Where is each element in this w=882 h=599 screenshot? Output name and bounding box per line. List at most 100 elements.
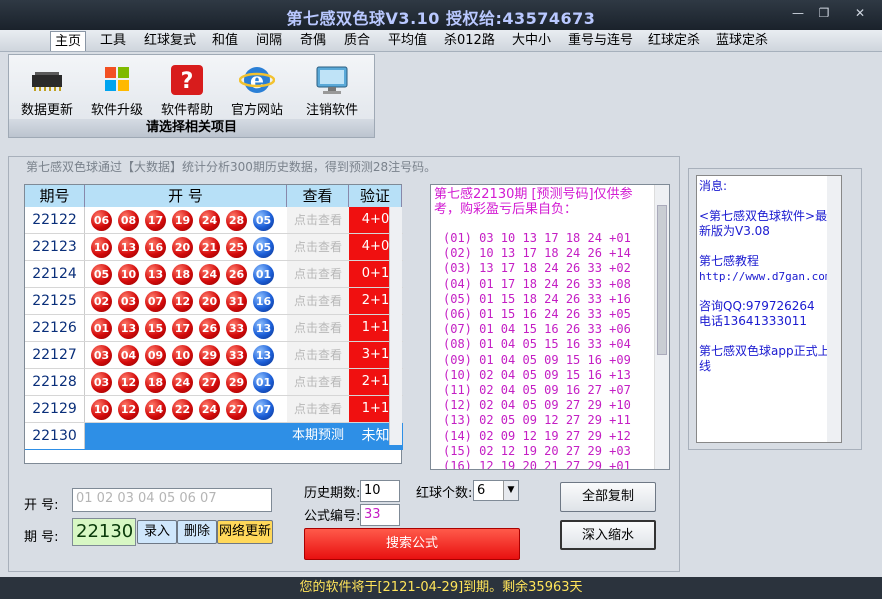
data-update-button[interactable]: 数据更新 <box>15 63 79 118</box>
red-count-value: 6 <box>477 483 486 498</box>
red-count-select[interactable]: 6 ▼ <box>473 480 519 501</box>
red-ball: 13 <box>118 318 139 339</box>
official-site-button[interactable]: e 官方网站 <box>225 63 289 118</box>
monitor-icon <box>314 63 350 97</box>
menu-blue-kill[interactable]: 蓝球定杀 <box>712 31 772 51</box>
menu-interval[interactable]: 间隔 <box>252 31 286 51</box>
menu-prime-composite[interactable]: 质合 <box>340 31 374 51</box>
history-count-input[interactable]: 10 <box>360 480 400 502</box>
upgrade-label: 软件升级 <box>90 103 143 118</box>
red-ball: 03 <box>91 345 112 366</box>
menu-average[interactable]: 平均值 <box>384 31 431 51</box>
red-ball: 18 <box>172 264 193 285</box>
toolbar-caption: 请选择相关项目 <box>9 119 374 137</box>
view-link[interactable]: 点击查看 <box>287 207 349 233</box>
results-grid: 期号 开 号 查看 验证 22122 06 08 17 19 24 28 05 点击查看 4+0 2… <box>24 184 403 464</box>
window-title: 第七感双色球V3.10 授权给:43574673 <box>286 9 596 28</box>
table-row: 22125 02 03 07 12 20 31 16 点击查看 2+1 <box>25 288 403 315</box>
menu-sum[interactable]: 和值 <box>208 31 242 51</box>
add-button[interactable]: 录入 <box>137 520 177 544</box>
net-update-button[interactable]: 网络更新 <box>217 520 273 544</box>
message-app: 第七感双色球app正式上线 <box>699 344 830 373</box>
menu-red-kill[interactable]: 红球定杀 <box>644 31 704 51</box>
table-row: 22129 10 12 14 22 24 27 07 点击查看 1+1 <box>25 396 403 423</box>
red-ball: 31 <box>226 291 247 312</box>
search-formula-button[interactable]: 搜索公式 <box>304 528 520 560</box>
col-view-header: 查看 <box>287 185 349 207</box>
prediction-scrollbar[interactable] <box>654 185 669 469</box>
red-ball: 19 <box>172 210 193 231</box>
message-box: 消息: <第七感双色球软件>最新版为V3.08 第七感教程 http://www… <box>696 175 842 443</box>
row-issue: 22124 <box>25 261 85 287</box>
red-ball: 12 <box>118 399 139 420</box>
current-issue-row[interactable]: 22130 本期预测 未知 <box>25 423 403 450</box>
open-number-input[interactable]: 01 02 03 04 05 06 07 <box>72 488 272 512</box>
upgrade-button[interactable]: 软件升级 <box>85 63 149 118</box>
red-ball: 24 <box>172 372 193 393</box>
red-ball: 27 <box>199 372 220 393</box>
message-phone: 电话13641333011 <box>699 314 807 328</box>
menu-odd-even[interactable]: 奇偶 <box>296 31 330 51</box>
view-link[interactable]: 点击查看 <box>287 342 349 368</box>
ie-browser-icon: e <box>238 63 276 97</box>
chevron-down-icon: ▼ <box>503 481 518 500</box>
view-link[interactable]: 点击查看 <box>287 396 349 422</box>
red-ball: 06 <box>91 210 112 231</box>
red-ball: 18 <box>145 372 166 393</box>
col-issue-header: 期号 <box>25 185 85 207</box>
red-ball: 10 <box>91 399 112 420</box>
red-ball: 21 <box>199 237 220 258</box>
row-issue: 22127 <box>25 342 85 368</box>
red-ball: 17 <box>172 318 193 339</box>
status-bar: 您的软件将于[2121-04-29]到期。剩余35963天 <box>0 577 882 599</box>
menu-tools[interactable]: 工具 <box>96 31 130 51</box>
minimize-button[interactable]: — <box>784 4 812 22</box>
red-ball: 16 <box>145 237 166 258</box>
close-button[interactable]: ✕ <box>846 4 874 22</box>
view-link[interactable]: 点击查看 <box>287 315 349 341</box>
row-issue: 22129 <box>25 396 85 422</box>
menu-red-compound[interactable]: 红球复式 <box>140 31 200 51</box>
grid-scrollbar[interactable] <box>389 207 402 445</box>
official-site-label: 官方网站 <box>230 103 283 118</box>
menu-kill-012[interactable]: 杀012路 <box>440 31 499 51</box>
red-ball: 12 <box>118 372 139 393</box>
red-ball: 28 <box>226 210 247 231</box>
blue-ball: 13 <box>253 318 274 339</box>
message-title: 消息: <box>699 179 728 193</box>
message-link[interactable]: http://www.d7gan.com/ <box>699 269 839 284</box>
menu-repeat-consecutive[interactable]: 重号与连号 <box>564 31 637 51</box>
menu-home[interactable]: 主页 <box>50 31 87 51</box>
maximize-button[interactable]: ❐ <box>810 4 838 22</box>
formula-input[interactable]: 33 <box>360 504 400 526</box>
row-issue: 22128 <box>25 369 85 395</box>
table-row: 22124 05 10 13 18 24 26 01 点击查看 0+1 <box>25 261 403 288</box>
blue-ball: 16 <box>253 291 274 312</box>
delete-button[interactable]: 删除 <box>177 520 217 544</box>
red-ball: 01 <box>91 318 112 339</box>
message-scrollbar[interactable] <box>827 176 841 442</box>
history-count-label: 历史期数: <box>304 486 361 501</box>
view-link[interactable]: 点击查看 <box>287 288 349 314</box>
logout-button[interactable]: 注销软件 <box>297 63 367 118</box>
table-row: 22126 01 13 15 17 26 33 13 点击查看 1+1 <box>25 315 403 342</box>
deep-shrink-button[interactable]: 深入缩水 <box>560 520 656 550</box>
copy-all-button[interactable]: 全部复制 <box>560 482 656 512</box>
red-ball: 26 <box>226 264 247 285</box>
view-link[interactable]: 点击查看 <box>287 234 349 260</box>
title-bar: 第七感双色球V3.10 授权给:43574673 — ❐ ✕ <box>0 0 882 30</box>
red-ball: 27 <box>226 399 247 420</box>
menu-size[interactable]: 大中小 <box>508 31 555 51</box>
prediction-header: 第七感22130期 [预测号码]仅供参考，购彩盈亏后果自负： <box>434 187 633 217</box>
blue-ball: 01 <box>253 264 274 285</box>
prediction-panel: 第七感22130期 [预测号码]仅供参考，购彩盈亏后果自负： (01) 03 1… <box>430 184 670 470</box>
view-link[interactable]: 点击查看 <box>287 261 349 287</box>
red-ball: 24 <box>199 399 220 420</box>
svg-text:e: e <box>250 68 264 94</box>
help-button[interactable]: ? 软件帮助 <box>155 63 219 118</box>
red-ball: 29 <box>199 345 220 366</box>
red-ball: 20 <box>199 291 220 312</box>
issue-input[interactable]: 22130 <box>72 518 136 546</box>
view-link[interactable]: 点击查看 <box>287 369 349 395</box>
red-ball: 03 <box>118 291 139 312</box>
